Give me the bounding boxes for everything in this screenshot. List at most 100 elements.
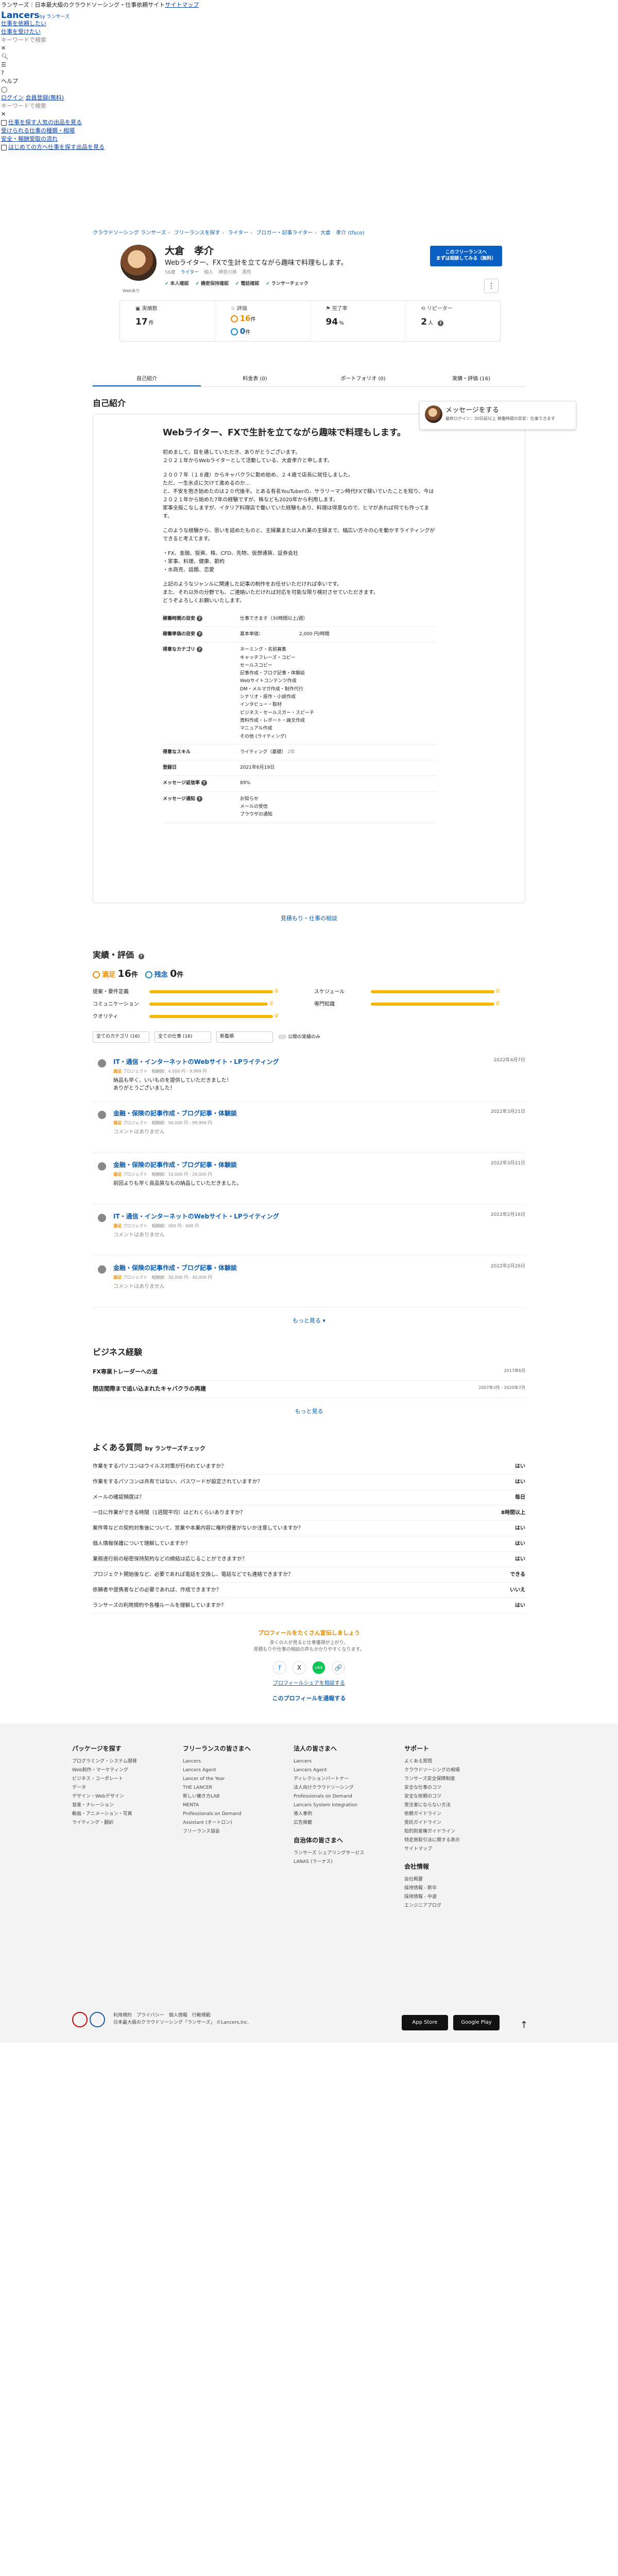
- login-link[interactable]: ログイン: [1, 94, 24, 101]
- footer-link[interactable]: 採用情報 - 新卒: [404, 1885, 515, 1894]
- help-icon[interactable]: ?: [197, 615, 203, 621]
- footer-link[interactable]: 安全な仕事のコツ: [404, 1785, 515, 1793]
- footer-link[interactable]: 知的財産権ガイドライン: [404, 1828, 515, 1837]
- work-link[interactable]: 仕事を受けたい: [1, 28, 618, 36]
- review-title[interactable]: 金融・保険の記事作成・ブログ記事・体験談: [113, 1109, 525, 1118]
- footer-link[interactable]: ビジネス・コーポレート: [72, 1776, 183, 1785]
- crumb-writer[interactable]: ライター: [228, 230, 249, 236]
- close-icon[interactable]: ✕: [1, 44, 618, 53]
- footer-link[interactable]: 新しい働き方LAB: [183, 1793, 294, 1802]
- footer-link[interactable]: Lancers: [294, 1758, 404, 1767]
- help-icon[interactable]: ?: [201, 780, 207, 786]
- tab-portfolio[interactable]: ポートフォリオ (0): [309, 371, 417, 386]
- consult-link[interactable]: 見積もり・仕事の相談: [93, 914, 525, 923]
- line-icon[interactable]: LINE: [312, 1660, 325, 1674]
- share-help-link[interactable]: プロフィールシェアを相談する: [93, 1680, 525, 1687]
- sort-select[interactable]: 新着順: [216, 1031, 273, 1043]
- message-button[interactable]: メッセージをする 最終ログイン：30日前以上 稼働時間の目安：仕事できます: [419, 401, 576, 430]
- footer-link[interactable]: Assistant (オートロン): [183, 1820, 294, 1828]
- help-icon[interactable]: ?: [197, 647, 203, 653]
- footer-link[interactable]: プログラミング・システム開発: [72, 1758, 183, 1767]
- footer-link[interactable]: 受注者にならない方法: [404, 1802, 515, 1811]
- help-icon[interactable]: ?: [138, 953, 144, 959]
- report-link[interactable]: このプロフィールを通報する: [93, 1694, 525, 1703]
- footer-link[interactable]: 採用情報 - 中途: [404, 1894, 515, 1903]
- review-title[interactable]: 金融・保険の記事作成・ブログ記事・体験談: [113, 1263, 525, 1273]
- menu-safety[interactable]: 安全・報酬受取の流れ: [1, 135, 618, 143]
- footer-link[interactable]: Lancers: [183, 1758, 294, 1767]
- footer-link[interactable]: 会社概要: [404, 1876, 515, 1885]
- menu-popular[interactable]: 人気の出品を見る: [37, 119, 82, 126]
- footer-link[interactable]: ランサーズ シェアリングサービス: [294, 1850, 404, 1859]
- search-input[interactable]: キーワードで検索: [1, 36, 618, 44]
- link-icon[interactable]: 🔗: [332, 1660, 345, 1674]
- footer-link[interactable]: ライティング・翻訳: [72, 1820, 183, 1828]
- footer-link[interactable]: 法人向けクラウドソーシング: [294, 1785, 404, 1793]
- footer-link[interactable]: フリーランス協会: [183, 1828, 294, 1837]
- sitemap-link[interactable]: サイトマップ: [165, 2, 199, 8]
- crumb-home[interactable]: クラウドソーシング ランサーズ: [93, 230, 166, 236]
- hire-link[interactable]: 仕事を依頼したい: [1, 20, 618, 28]
- footer-link[interactable]: 導入事例: [294, 1811, 404, 1820]
- help-icon[interactable]: ?: [197, 631, 203, 637]
- footer-link[interactable]: 依頼ガイドライン: [404, 1811, 515, 1820]
- category-select[interactable]: 全てのカテゴリ (16): [93, 1031, 149, 1043]
- footer-link[interactable]: 受託ガイドライン: [404, 1820, 515, 1828]
- footer-link[interactable]: 広告掲載: [294, 1820, 404, 1828]
- facebook-icon[interactable]: f: [273, 1660, 286, 1674]
- consult-button[interactable]: このフリーランスへ まずは相談してみる（無料）: [430, 246, 502, 266]
- help-icon[interactable]: ?: [438, 320, 444, 326]
- footer-link[interactable]: 特定商取引法に関する表示: [404, 1837, 515, 1846]
- google-play-badge[interactable]: Google Play: [453, 2015, 500, 2030]
- back-to-top-icon[interactable]: ↑: [520, 2018, 528, 2032]
- footer-link[interactable]: ランサーズ安全保障制度: [404, 1776, 515, 1785]
- tab-intro[interactable]: 自己紹介: [93, 371, 201, 386]
- footer-link[interactable]: LANAS (ラーナス): [294, 1859, 404, 1868]
- footer-link[interactable]: Professionals on Demand: [183, 1811, 294, 1820]
- meta-job[interactable]: ライター: [180, 270, 199, 275]
- footer-link[interactable]: よくある質問: [404, 1758, 515, 1767]
- help-icon[interactable]: ?: [196, 795, 202, 802]
- footer-link[interactable]: 動画・アニメーション・写真: [72, 1811, 183, 1820]
- register-link[interactable]: 会員登録(無料): [26, 94, 64, 101]
- app-store-badge[interactable]: App Store: [402, 2015, 448, 2030]
- footer-link[interactable]: Lancer of the Year: [183, 1776, 294, 1785]
- footer-link[interactable]: ディレクションパートナー: [294, 1776, 404, 1785]
- crumb-find[interactable]: フリーランスを探す: [174, 230, 220, 236]
- footer-link[interactable]: MENTA: [183, 1802, 294, 1811]
- footer-link[interactable]: サイトマップ: [404, 1846, 515, 1855]
- footer-link[interactable]: デザイン・Webデザイン: [72, 1793, 183, 1802]
- menu-job-types[interactable]: 受けられる仕事の種類・相場: [1, 127, 618, 135]
- business-item[interactable]: FX専業トレーダーへの道 2017年6月: [93, 1364, 525, 1381]
- reviews-more-link[interactable]: もっと見る ▾: [93, 1317, 525, 1326]
- footer-link[interactable]: 音楽・ナレーション: [72, 1802, 183, 1811]
- crumb-current[interactable]: 大倉 孝介 (tfsco): [320, 230, 364, 236]
- logo[interactable]: Lancers: [1, 10, 40, 21]
- business-item[interactable]: 閉店間際まで追い込まれたキャバクラの再建 2007年3月 - 2020年7月: [93, 1381, 525, 1398]
- public-only-toggle[interactable]: 公開の実績のみ: [278, 1031, 320, 1043]
- menu-listings[interactable]: 出品を見る: [76, 144, 105, 150]
- footer-link[interactable]: Professionals on Demand: [294, 1793, 404, 1802]
- x-icon[interactable]: X: [293, 1660, 306, 1674]
- footer-link[interactable]: Lancers Agent: [294, 1767, 404, 1776]
- footer-link[interactable]: 安全な依頼のコツ: [404, 1793, 515, 1802]
- footer-legal[interactable]: 利用規約 プライバシー 個人情報 行動規範 日本最大級のクラウドソーシング「ラン…: [113, 2012, 249, 2027]
- footer-link[interactable]: Web制作・マーケティング: [72, 1767, 183, 1776]
- help-icon[interactable]: ?: [1, 69, 618, 77]
- footer-link[interactable]: クラウドソーシングの相場: [404, 1767, 515, 1776]
- search-icon[interactable]: 🔍︎: [1, 53, 618, 61]
- search-input-2[interactable]: キーワードで検索: [1, 102, 618, 110]
- close-icon-2[interactable]: ✕: [1, 110, 618, 118]
- review-title[interactable]: 金融・保険の記事作成・ブログ記事・体験談: [113, 1160, 525, 1170]
- footer-link[interactable]: データ: [72, 1785, 183, 1793]
- tab-pricing[interactable]: 料金表 (0): [201, 371, 309, 386]
- business-more-link[interactable]: もっと見る: [93, 1408, 525, 1416]
- menu-find-work[interactable]: 仕事を探す: [8, 119, 37, 126]
- review-title[interactable]: IT・通信・インターネットのWebサイト・LPライティング: [113, 1212, 525, 1221]
- help-link[interactable]: ヘルプ: [1, 77, 618, 86]
- footer-link[interactable]: Lancers Agent: [183, 1767, 294, 1776]
- footer-link[interactable]: エンジニアブログ: [404, 1903, 515, 1911]
- menu-icon[interactable]: ☰: [1, 61, 618, 69]
- review-title[interactable]: IT・通信・インターネットのWebサイト・LPライティング: [113, 1057, 525, 1066]
- footer-link[interactable]: Lancers System Integration: [294, 1802, 404, 1811]
